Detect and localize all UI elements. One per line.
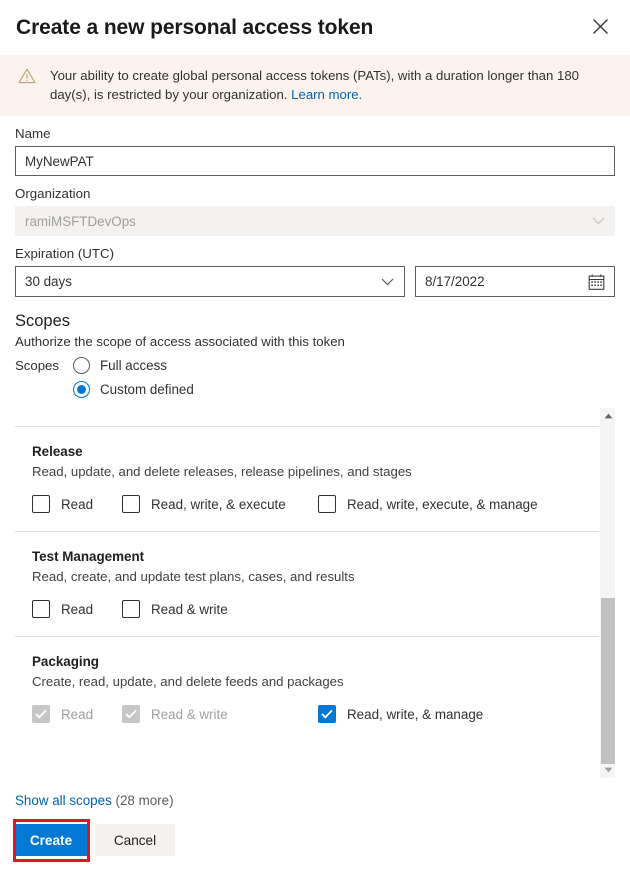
organization-select: ramiMSFTDevOps [15, 206, 615, 236]
expiration-duration-select[interactable]: 30 days [15, 266, 405, 297]
checkbox-label[interactable]: Read, write, execute, & manage [347, 497, 538, 512]
checkbox[interactable] [318, 705, 336, 723]
checkbox-item: Read & write [122, 705, 318, 723]
checkbox-row: Read Read & write [32, 600, 599, 618]
close-glyph [592, 18, 608, 34]
scopes-radio-row-custom-defined: Custom defined [15, 377, 615, 401]
chevron-down-icon [381, 278, 394, 286]
expiration-row: 30 days 8/17/2022 [15, 266, 615, 297]
radio-full-access-label[interactable]: Full access [100, 358, 167, 373]
checkbox[interactable] [318, 495, 336, 513]
checkbox-item[interactable]: Read [32, 600, 122, 618]
radio-full-access[interactable] [73, 356, 90, 374]
checkbox-label[interactable]: Read, write, & execute [151, 497, 286, 512]
radio-custom-defined-label[interactable]: Custom defined [100, 382, 194, 397]
create-button[interactable]: Create [15, 824, 87, 856]
scope-section-packaging: Packaging Create, read, update, and dele… [15, 637, 599, 741]
checkbox[interactable] [32, 600, 50, 618]
show-all-scopes-count: (28 more) [115, 793, 174, 808]
checkbox-item[interactable]: Read [32, 495, 122, 513]
scopes-heading: Scopes [15, 312, 71, 330]
scopes-radio-group: Scopes Full access Custom defined [15, 353, 615, 401]
chevron-down-icon [592, 217, 605, 225]
scrollbar-thumb[interactable] [601, 598, 615, 764]
scope-section-description: Read, update, and delete releases, relea… [32, 464, 412, 479]
scope-section-title: Test Management [32, 549, 145, 564]
scope-section-title: Release [32, 444, 83, 459]
checkbox-item[interactable]: Read, write, & manage [318, 705, 483, 723]
close-icon[interactable] [582, 8, 618, 44]
checkbox[interactable] [122, 495, 140, 513]
dialog-header: Create a new personal access token [0, 0, 630, 55]
checkbox-label[interactable]: Read [61, 497, 93, 512]
expiration-date-value: 8/17/2022 [425, 274, 485, 289]
checkbox-item[interactable]: Read, write, & execute [122, 495, 318, 513]
learn-more-link[interactable]: Learn more. [291, 87, 362, 102]
scopes-subtitle: Authorize the scope of access associated… [15, 334, 345, 349]
radio-custom-defined[interactable] [73, 380, 90, 398]
scopes-inline-label: Scopes [15, 357, 59, 373]
organization-label: Organization [15, 186, 91, 201]
checkbox-label: Read & write [151, 706, 228, 722]
scope-section-title: Packaging [32, 654, 99, 669]
create-pat-dialog: Create a new personal access token Your … [0, 0, 630, 880]
scopes-scroll-area[interactable]: Read Read & execute [15, 408, 615, 778]
checkbox[interactable] [32, 495, 50, 513]
scope-section-partial: Read Read & execute [15, 408, 599, 427]
scopes-radio-row-full-access: Scopes Full access [15, 353, 615, 377]
dialog-body: Name Organization ramiMSFTDevOps Expirat… [0, 125, 630, 862]
checkbox-item[interactable]: Read, write, execute, & manage [318, 495, 538, 513]
expiration-label: Expiration (UTC) [15, 246, 115, 261]
checkbox-item[interactable]: Read & write [122, 600, 318, 618]
checkbox-label[interactable]: Read & write [151, 602, 228, 617]
scroll-down-icon[interactable] [600, 762, 615, 778]
checkbox-item: Read [32, 705, 122, 723]
scope-section-release: Release Read, update, and delete release… [15, 427, 599, 532]
checkbox-row: Read Read & write [32, 705, 599, 723]
page-title: Create a new personal access token [16, 16, 374, 39]
scope-section-description: Read, create, and update test plans, cas… [32, 569, 355, 584]
checkbox [122, 705, 140, 723]
checkbox-row: Read Read, write, & execute Read, write,… [32, 495, 599, 513]
warning-message: Your ability to create global personal a… [38, 65, 616, 104]
show-all-scopes-link[interactable]: Show all scopes [15, 793, 112, 808]
dialog-footer: Create Cancel [13, 819, 615, 862]
scopes-list: Read Read & execute [15, 408, 599, 741]
expiration-date-input[interactable]: 8/17/2022 [415, 266, 615, 297]
cancel-button[interactable]: Cancel [95, 824, 175, 856]
scopes-scrollbar[interactable] [599, 408, 615, 778]
scope-section-test-management: Test Management Read, create, and update… [15, 532, 599, 637]
name-label: Name [15, 126, 51, 141]
scope-section-description: Create, read, update, and delete feeds a… [32, 674, 344, 689]
checkbox-label[interactable]: Read, write, & manage [347, 707, 483, 722]
expiration-duration-value: 30 days [25, 274, 72, 289]
warning-triangle-icon [16, 68, 38, 84]
organization-value: ramiMSFTDevOps [25, 213, 136, 229]
name-input[interactable] [15, 146, 615, 176]
scroll-up-icon[interactable] [600, 408, 615, 424]
checkbox[interactable] [122, 600, 140, 618]
calendar-icon[interactable] [588, 273, 605, 290]
checkbox [32, 705, 50, 723]
show-all-scopes-row: Show all scopes (28 more) [15, 792, 615, 810]
checkbox-label[interactable]: Read [61, 602, 93, 617]
checkbox-label: Read [61, 706, 94, 722]
warning-banner: Your ability to create global personal a… [0, 55, 630, 116]
